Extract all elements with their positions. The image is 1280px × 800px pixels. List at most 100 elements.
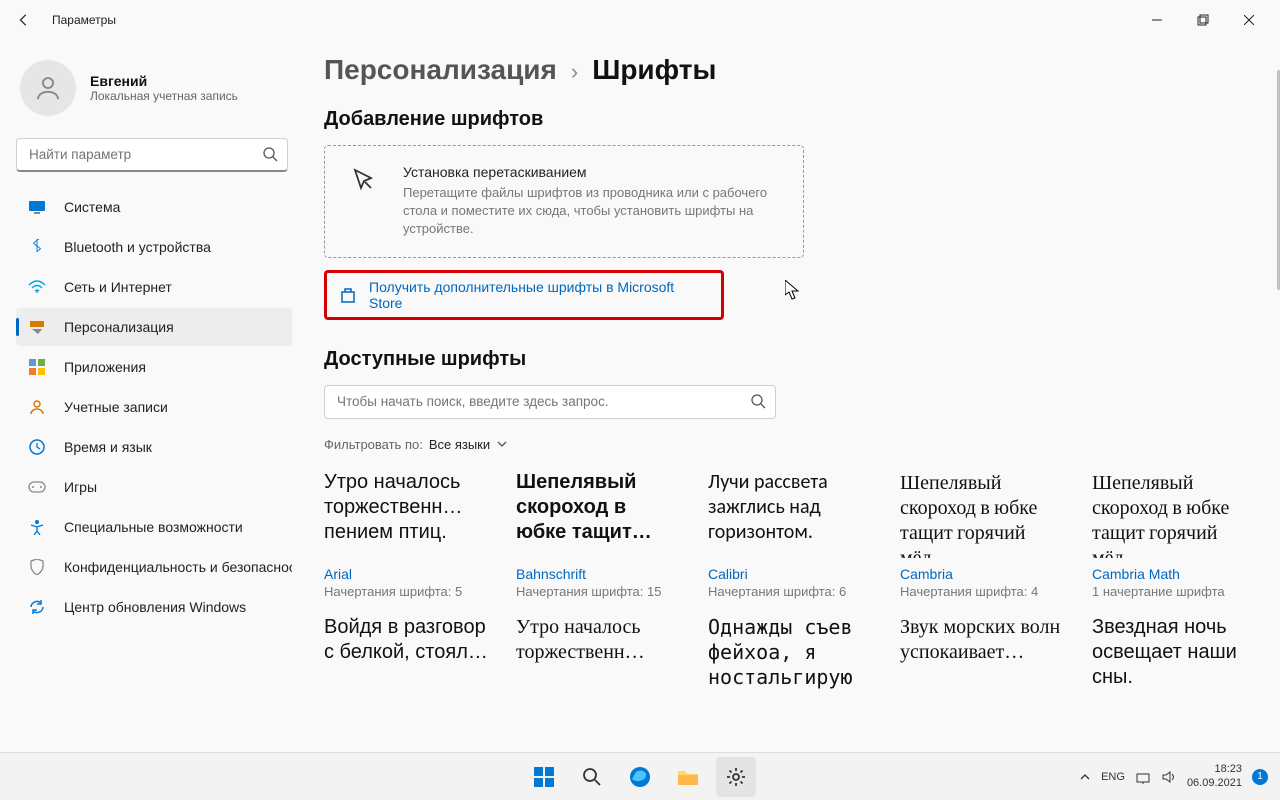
nav-label: Учетные записи: [64, 399, 168, 415]
nav-item-bluetooth[interactable]: Bluetooth и устройства: [16, 228, 292, 266]
font-grid: Утро началось торжественн… пением птиц.A…: [324, 470, 1264, 703]
nav-item-accessibility[interactable]: Специальные возможности: [16, 508, 292, 546]
user-block[interactable]: Евгений Локальная учетная запись: [16, 52, 292, 134]
titlebar: Параметры: [0, 0, 1280, 40]
font-card[interactable]: Лучи рассвета зажглись над горизонтом.Ca…: [708, 470, 872, 599]
font-dropzone[interactable]: Установка перетаскиванием Перетащите фай…: [324, 145, 804, 258]
taskbar: ENG 18:23 06.09.2021 1: [0, 752, 1280, 800]
start-button[interactable]: [524, 757, 564, 797]
dropzone-subtitle: Перетащите файлы шрифтов из проводника и…: [403, 184, 781, 239]
tray-volume-icon[interactable]: [1161, 770, 1177, 784]
nav-item-accounts[interactable]: Учетные записи: [16, 388, 292, 426]
taskbar-search[interactable]: [572, 757, 612, 797]
breadcrumb-parent[interactable]: Персонализация: [324, 54, 557, 86]
font-card[interactable]: Утро началось торжественн…: [516, 615, 680, 703]
nav-label: Персонализация: [64, 319, 174, 335]
nav-item-system[interactable]: Система: [16, 188, 292, 226]
tray-clock[interactable]: 18:23 06.09.2021: [1187, 763, 1242, 789]
nav-item-personalization[interactable]: Персонализация: [16, 308, 292, 346]
taskbar-edge[interactable]: [620, 757, 660, 797]
font-sample: Шепелявый скороход в юбке тащит горячий …: [1092, 470, 1256, 558]
nav-item-apps[interactable]: Приложения: [16, 348, 292, 386]
get-fonts-store-link[interactable]: Получить дополнительные шрифты в Microso…: [324, 270, 724, 320]
font-sample: Шепелявый скороход в юбке тащит…: [516, 470, 680, 558]
filter-value: Все языки: [429, 437, 490, 452]
gamepad-icon: [28, 478, 46, 496]
nav-label: Система: [64, 199, 120, 215]
font-search-box[interactable]: [324, 385, 776, 419]
taskbar-explorer[interactable]: [668, 757, 708, 797]
font-card[interactable]: Шепелявый скороход в юбке тащит горячий …: [1092, 470, 1256, 599]
font-faces: Начертания шрифта: 5: [324, 584, 488, 599]
search-icon: [750, 393, 766, 409]
breadcrumb-separator: ›: [571, 59, 578, 85]
font-faces: Начертания шрифта: 6: [708, 584, 872, 599]
font-faces: 1 начертание шрифта: [1092, 584, 1256, 599]
font-card[interactable]: Звук морских волн успокаивает…: [900, 615, 1064, 703]
font-card[interactable]: Шепелявый скороход в юбке тащит…Bahnschr…: [516, 470, 680, 599]
person-icon: [33, 73, 63, 103]
font-name: Cambria: [900, 566, 1064, 582]
paint-icon: [28, 318, 46, 336]
minimize-button[interactable]: [1134, 4, 1180, 36]
tray-network-icon[interactable]: [1135, 770, 1151, 784]
taskbar-center: [524, 757, 756, 797]
update-icon: [28, 598, 46, 616]
tray-time: 18:23: [1187, 763, 1242, 776]
maximize-icon: [1197, 14, 1209, 26]
nav-item-time[interactable]: Время и язык: [16, 428, 292, 466]
add-fonts-title: Добавление шрифтов: [324, 108, 1264, 131]
nav-item-network[interactable]: Сеть и Интернет: [16, 268, 292, 306]
apps-icon: [28, 358, 46, 376]
account-icon: [28, 398, 46, 416]
close-button[interactable]: [1226, 4, 1272, 36]
nav-label: Время и язык: [64, 439, 152, 455]
sidebar: Евгений Локальная учетная запись Система…: [0, 40, 300, 752]
font-sample: Лучи рассвета зажглись над горизонтом.: [708, 470, 872, 558]
nav-label: Приложения: [64, 359, 146, 375]
folder-icon: [676, 767, 700, 787]
breadcrumb-current: Шрифты: [592, 54, 716, 86]
tray-date: 06.09.2021: [1187, 777, 1242, 790]
close-icon: [1244, 15, 1254, 25]
nav-item-update[interactable]: Центр обновления Windows: [16, 588, 292, 626]
search-input[interactable]: [16, 138, 288, 172]
font-sample: Шепелявый скороход в юбке тащит горячий …: [900, 470, 1064, 558]
font-card[interactable]: Утро началось торжественн… пением птиц.A…: [324, 470, 488, 599]
dropzone-title: Установка перетаскиванием: [403, 164, 781, 180]
search-box[interactable]: [16, 138, 288, 172]
chevron-up-icon: [1079, 771, 1091, 783]
search-icon: [582, 767, 602, 787]
available-fonts-title: Доступные шрифты: [324, 348, 1264, 371]
wifi-icon: [28, 278, 46, 296]
gear-icon: [725, 766, 747, 788]
back-button[interactable]: [8, 4, 40, 36]
tray-language[interactable]: ENG: [1101, 771, 1125, 783]
main-content: Персонализация › Шрифты Добавление шрифт…: [300, 40, 1280, 752]
breadcrumb: Персонализация › Шрифты: [324, 54, 1264, 86]
font-card[interactable]: Шепелявый скороход в юбке тащит горячий …: [900, 470, 1064, 599]
font-card[interactable]: Войдя в разговор с белкой, стоял…: [324, 615, 488, 703]
taskbar-settings[interactable]: [716, 757, 756, 797]
drag-drop-icon: [347, 164, 381, 239]
chevron-down-icon: [496, 438, 508, 450]
maximize-button[interactable]: [1180, 4, 1226, 36]
font-sample: Звук морских волн успокаивает…: [900, 615, 1064, 703]
nav-item-privacy[interactable]: Конфиденциальность и безопасность: [16, 548, 292, 586]
nav-label: Специальные возможности: [64, 519, 243, 535]
nav-item-gaming[interactable]: Игры: [16, 468, 292, 506]
nav-label: Игры: [64, 479, 97, 495]
font-filter[interactable]: Фильтровать по: Все языки: [324, 437, 1264, 452]
font-search-input[interactable]: [324, 385, 776, 419]
font-faces: Начертания шрифта: 15: [516, 584, 680, 599]
font-sample: Войдя в разговор с белкой, стоял…: [324, 615, 488, 703]
monitor-icon: [28, 198, 46, 216]
search-icon: [262, 146, 278, 162]
window-controls: [1134, 4, 1272, 36]
font-card[interactable]: Звездная ночь освещает наши сны.: [1092, 615, 1256, 703]
accessibility-icon: [28, 518, 46, 536]
nav-label: Сеть и Интернет: [64, 279, 172, 295]
tray-chevron[interactable]: [1079, 771, 1091, 783]
font-card[interactable]: Однажды съев фейхоа, я ностальгирую: [708, 615, 872, 703]
notification-badge[interactable]: 1: [1252, 769, 1268, 785]
